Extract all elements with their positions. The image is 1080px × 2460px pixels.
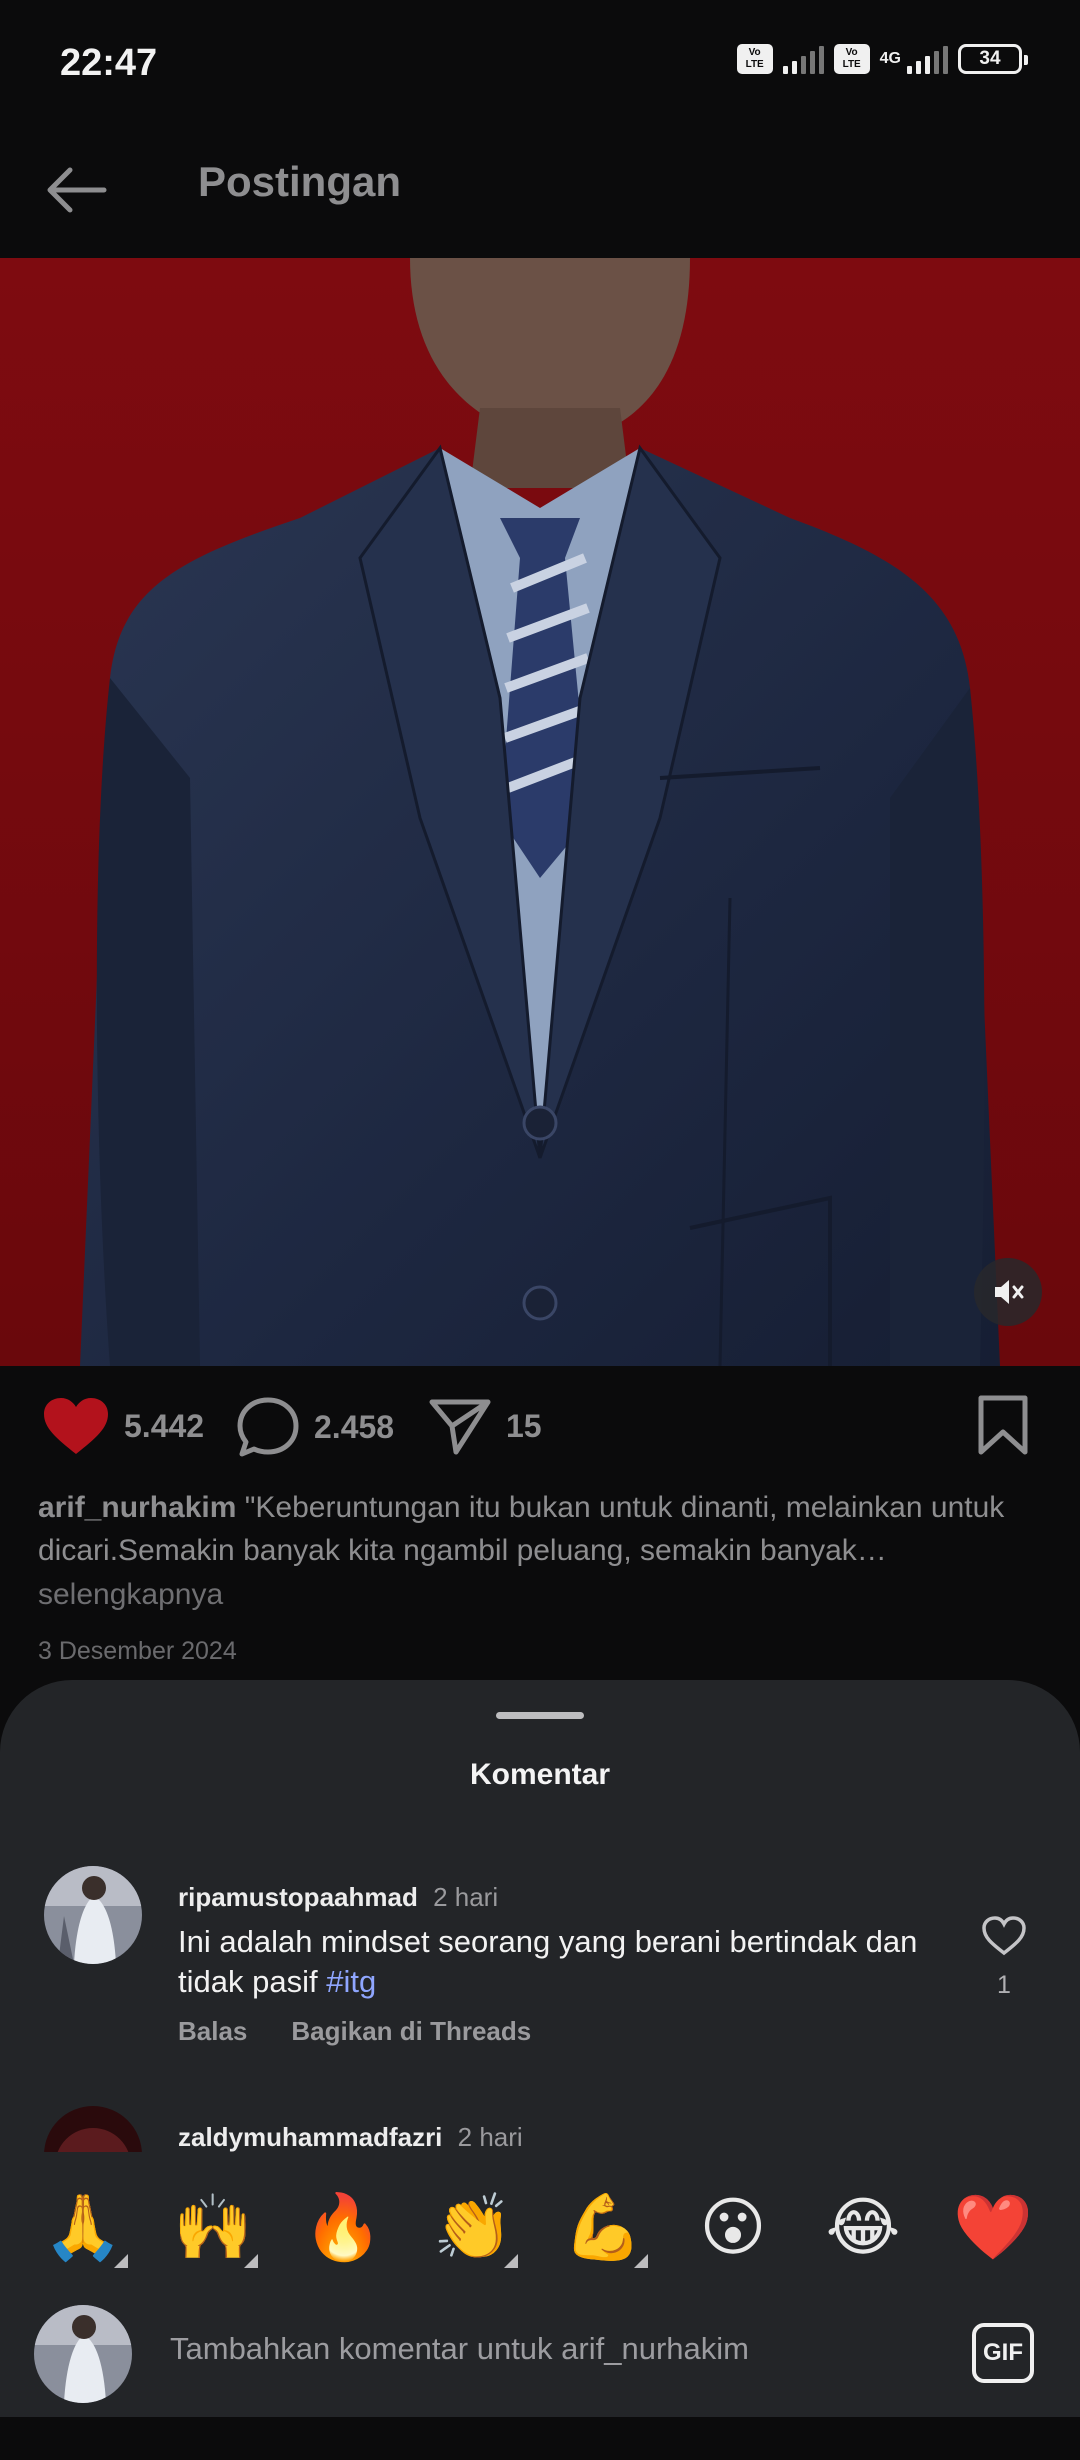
comment-header: ripamustopaahmad 2 hari bbox=[178, 1882, 498, 1913]
status-time: 22:47 bbox=[60, 42, 158, 84]
comment-composer: 🙏 🙌 🔥 👏 💪 😮 😂 ❤️ Tambahkan komentar untu… bbox=[0, 2152, 1080, 2417]
speaker-muted-icon[interactable] bbox=[974, 1258, 1042, 1326]
emoji-clap[interactable]: 👏 bbox=[428, 2182, 518, 2272]
page-title: Postingan bbox=[198, 158, 402, 205]
bookmark-icon[interactable] bbox=[976, 1394, 1030, 1461]
see-more-link[interactable]: selengkapnya bbox=[38, 1578, 223, 1612]
app-bar: Postingan bbox=[0, 120, 1080, 258]
emoji-heart[interactable]: ❤️ bbox=[948, 2182, 1038, 2272]
comment-input-row: Tambahkan komentar untuk arif_nurhakim G… bbox=[0, 2287, 1080, 2417]
post-image[interactable] bbox=[0, 258, 1080, 1366]
emoji-joy[interactable]: 😂 bbox=[818, 2182, 908, 2272]
caption-author[interactable]: arif_nurhakim bbox=[38, 1491, 236, 1524]
emoji-muscle[interactable]: 💪 bbox=[558, 2182, 648, 2272]
system-nav-bar bbox=[0, 2417, 1080, 2460]
heart-outline-icon[interactable] bbox=[981, 1916, 1027, 1956]
comment-text: Ini adalah mindset seorang yang berani b… bbox=[178, 1922, 938, 2002]
emoji-surprised[interactable]: 😮 bbox=[688, 2182, 778, 2272]
post-caption: arif_nurhakim "Keberuntungan itu bukan u… bbox=[38, 1486, 1038, 1572]
like-action[interactable]: 5.442 bbox=[42, 1396, 204, 1456]
comment-time: 2 hari bbox=[457, 2122, 523, 2152]
comment-time: 2 hari bbox=[433, 1882, 499, 1912]
share-action[interactable]: 15 bbox=[428, 1396, 542, 1456]
gif-button[interactable]: GIF bbox=[972, 2323, 1034, 2383]
signal-icon-sim1 bbox=[782, 44, 824, 74]
comment-hashtag[interactable]: #itg bbox=[326, 1964, 376, 1999]
comment-like-count: 1 bbox=[997, 1971, 1011, 1999]
post-date: 3 Desember 2024 bbox=[38, 1637, 237, 1665]
status-icons: Vo LTE Vo LTE 4G 34 bbox=[736, 44, 1028, 74]
comment-action[interactable]: 2.458 bbox=[236, 1396, 394, 1458]
status-bar: 22:47 Vo LTE Vo LTE 4G 34 bbox=[0, 0, 1080, 120]
network-type: 4G bbox=[879, 50, 901, 67]
arrow-left-icon[interactable] bbox=[40, 154, 112, 226]
volte-icon-2: Vo LTE bbox=[833, 44, 870, 74]
comment-like[interactable]: 1 bbox=[980, 1916, 1028, 2000]
heart-filled-icon[interactable] bbox=[42, 1396, 110, 1456]
reply-button[interactable]: Balas bbox=[178, 2016, 247, 2047]
battery-icon: 34 bbox=[958, 44, 1028, 74]
quick-emoji-bar: 🙏 🙌 🔥 👏 💪 😮 😂 ❤️ bbox=[0, 2182, 1080, 2272]
send-icon[interactable] bbox=[428, 1396, 492, 1456]
signal-icon-sim2 bbox=[907, 44, 948, 74]
comment-username[interactable]: zaldymuhammadfazri bbox=[178, 2122, 442, 2152]
post-actions: 5.442 2.458 15 bbox=[0, 1366, 1080, 1496]
like-count: 5.442 bbox=[124, 1407, 205, 1444]
comment-bubble-icon[interactable] bbox=[236, 1396, 300, 1458]
my-avatar bbox=[34, 2305, 132, 2403]
emoji-fire[interactable]: 🔥 bbox=[298, 2182, 388, 2272]
share-threads-button[interactable]: Bagikan di Threads bbox=[291, 2016, 531, 2047]
comment-username[interactable]: ripamustopaahmad bbox=[178, 1882, 418, 1912]
volte-icon: Vo LTE bbox=[736, 44, 773, 74]
person-photo bbox=[0, 258, 1080, 1366]
comment-count: 2.458 bbox=[314, 1408, 395, 1445]
drag-handle[interactable] bbox=[496, 1712, 584, 1719]
avatar[interactable] bbox=[44, 1866, 142, 1964]
sheet-title: Komentar bbox=[469, 1758, 611, 1791]
share-count: 15 bbox=[506, 1407, 542, 1444]
emoji-pray[interactable]: 🙏 bbox=[38, 2182, 128, 2272]
emoji-raised-hands[interactable]: 🙌 bbox=[168, 2182, 258, 2272]
comment-header: zaldymuhammadfazri 2 hari bbox=[178, 2122, 523, 2153]
comment-input[interactable]: Tambahkan komentar untuk arif_nurhakim bbox=[170, 2331, 749, 2367]
comment-body: Ini adalah mindset seorang yang berani b… bbox=[178, 1924, 918, 1999]
comment-actions: Balas Bagikan di Threads bbox=[178, 2016, 531, 2047]
